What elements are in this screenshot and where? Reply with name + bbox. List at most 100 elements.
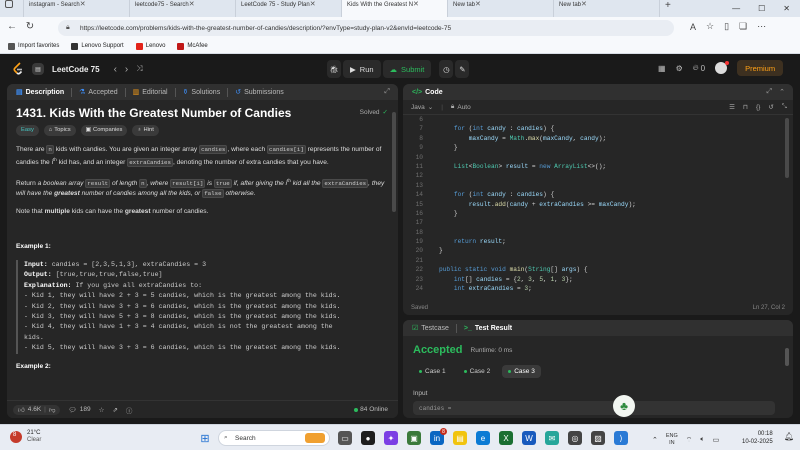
browser-tab[interactable]: instagram - Search✕ bbox=[24, 0, 130, 17]
browser-tab[interactable]: LeetCode 75 - Study Plan✕ bbox=[236, 0, 342, 17]
tab-description[interactable]: ▤ Description bbox=[13, 88, 67, 97]
read-aloud-icon[interactable]: A bbox=[690, 22, 696, 32]
bookmark-item[interactable]: Import favorites bbox=[8, 42, 59, 50]
more-menu-icon[interactable]: ⋯ bbox=[757, 21, 766, 32]
collections-icon[interactable]: ❏ bbox=[739, 21, 747, 32]
panel-collapse-icon[interactable]: ⌃ bbox=[779, 88, 785, 96]
settings-gear-icon[interactable]: ⚙ bbox=[676, 64, 683, 73]
bookmark-item[interactable]: Lenovo Support bbox=[71, 42, 124, 50]
like-button[interactable]: 👍︎ 4.6K | 👎︎ bbox=[13, 404, 61, 415]
tab-solutions[interactable]: ⚱ Solutions bbox=[180, 88, 224, 97]
tab-accepted[interactable]: ⚗ Accepted bbox=[76, 88, 120, 97]
shuffle-icon[interactable]: ⤨ bbox=[136, 64, 142, 74]
prev-problem-icon[interactable]: ‹ bbox=[114, 64, 117, 75]
vscode-icon[interactable]: ⟩ bbox=[614, 431, 628, 445]
notes-icon[interactable]: ✎ bbox=[455, 60, 470, 78]
tab-editorial[interactable]: ▥ Editorial bbox=[130, 88, 171, 97]
run-button[interactable]: ▶ Run bbox=[343, 60, 381, 78]
refresh-icon[interactable]: ↻ bbox=[22, 21, 38, 32]
case-tab[interactable]: Case 1 bbox=[413, 365, 452, 378]
word-icon[interactable]: W bbox=[522, 431, 536, 445]
topics-button[interactable]: ⌂ Topics bbox=[43, 124, 76, 136]
bookmark-item[interactable]: Lenovo bbox=[135, 42, 165, 50]
github-icon[interactable]: ● bbox=[361, 431, 375, 445]
linkedin-icon[interactable]: in 8 bbox=[430, 428, 447, 445]
minimize-icon[interactable]: — bbox=[732, 4, 740, 13]
timer-icon[interactable]: ◷ bbox=[439, 60, 454, 78]
clover-assistant-icon[interactable]: ♣ bbox=[613, 395, 635, 417]
chat-icon[interactable]: ✉ bbox=[545, 431, 559, 445]
file-explorer-icon[interactable]: ▤ bbox=[453, 431, 467, 445]
case-tab[interactable]: Case 3 bbox=[502, 365, 541, 378]
browser-tab[interactable]: leetcode75 - Search✕ bbox=[130, 0, 236, 17]
study-plan-title[interactable]: LeetCode 75 bbox=[52, 65, 100, 74]
editor-scrollbar[interactable] bbox=[785, 118, 789, 178]
battery-icon[interactable]: ▭ bbox=[713, 436, 720, 444]
media-icon[interactable]: ◎ bbox=[568, 431, 582, 445]
reset-icon[interactable]: ↺ bbox=[768, 103, 773, 111]
fullscreen-icon[interactable]: ⤢ bbox=[767, 88, 773, 96]
submit-button[interactable]: ☁ Submit bbox=[382, 60, 432, 78]
weather-widget[interactable]: 8 21°C Clear bbox=[10, 430, 41, 444]
notifications-icon[interactable]: 🔔︎ bbox=[784, 432, 794, 441]
layout-grid-icon[interactable]: ▦ bbox=[658, 64, 666, 73]
tab-code[interactable]: </> Code bbox=[409, 89, 446, 96]
close-window-icon[interactable]: ✕ bbox=[783, 4, 790, 13]
wifi-icon[interactable]: ⌔ bbox=[686, 436, 693, 445]
browser-tab[interactable]: New tab✕ bbox=[554, 0, 660, 17]
thumbs-down-icon[interactable]: 👎︎ bbox=[49, 406, 56, 414]
bookmark-item[interactable]: McAfee bbox=[177, 42, 208, 50]
tray-chevron-icon[interactable]: ⌃ bbox=[652, 436, 658, 444]
favorite-star-icon[interactable]: ☆ bbox=[99, 406, 105, 414]
code-editor[interactable]: 67 for (int candy : candies) {8 maxCandy… bbox=[403, 115, 793, 301]
format-lines-icon[interactable]: ☰ bbox=[729, 103, 735, 111]
leetcode-logo-icon[interactable] bbox=[12, 62, 24, 76]
copilot-icon[interactable]: ✦ bbox=[384, 431, 398, 445]
photos-icon[interactable]: ▨ bbox=[591, 431, 605, 445]
tab-submissions[interactable]: ↺ Submissions bbox=[232, 88, 287, 97]
companies-button[interactable]: ▣ Companies bbox=[80, 124, 128, 136]
close-tab-icon[interactable]: ✕ bbox=[310, 1, 316, 8]
description-scrollbar[interactable] bbox=[392, 112, 396, 212]
debug-icon[interactable]: 🐞︎ bbox=[327, 60, 341, 78]
hint-button[interactable]: ♁ Hint bbox=[132, 124, 159, 136]
task-view-icon[interactable]: ▭ bbox=[338, 431, 352, 445]
share-icon[interactable]: ⇗ bbox=[112, 406, 117, 414]
braces-icon[interactable]: {} bbox=[756, 104, 760, 111]
tab-testcase[interactable]: ☑ Testcase bbox=[409, 324, 452, 333]
comments-button[interactable]: 💬︎ 189 bbox=[68, 406, 90, 414]
store-icon[interactable]: ▣ bbox=[407, 431, 421, 445]
tab-actions-icon[interactable] bbox=[0, 0, 24, 17]
problem-title[interactable]: 1431. Kids With the Greatest Number of C… bbox=[16, 108, 291, 119]
back-icon[interactable]: ← bbox=[4, 21, 20, 32]
clock[interactable]: 00:18 10-02-2025 bbox=[742, 430, 773, 446]
streak-counter[interactable]: 🔥︎ 0 bbox=[693, 63, 705, 73]
maximize-icon[interactable]: ☐ bbox=[758, 4, 765, 13]
close-tab-icon[interactable]: ✕ bbox=[581, 1, 587, 8]
volume-icon[interactable]: 🔈︎ bbox=[700, 436, 704, 444]
auto-mode-toggle[interactable]: 🔒︎ Auto bbox=[451, 103, 471, 111]
tab-test-result[interactable]: >_ Test Result bbox=[461, 325, 515, 332]
address-bar[interactable]: 🔒︎ https://leetcode.com/problems/kids-wi… bbox=[58, 20, 674, 36]
language-indicator[interactable]: ENG IN bbox=[666, 433, 678, 447]
browser-tab[interactable]: Kids With the Greatest N✕ bbox=[342, 0, 448, 17]
new-tab-button[interactable]: + bbox=[660, 0, 676, 17]
result-scrollbar[interactable] bbox=[785, 348, 789, 366]
language-select[interactable]: Java ⌄ bbox=[411, 103, 433, 112]
browser-tab[interactable]: New tab✕ bbox=[448, 0, 554, 17]
close-tab-icon[interactable]: ✕ bbox=[413, 1, 419, 8]
help-icon[interactable]: ⓘ bbox=[126, 405, 133, 415]
close-tab-icon[interactable]: ✕ bbox=[189, 1, 195, 8]
avatar[interactable] bbox=[715, 61, 730, 74]
taskbar-search[interactable]: ⌕ Search bbox=[218, 430, 330, 446]
windows-start-icon[interactable]: ⊞ bbox=[198, 431, 212, 445]
next-problem-icon[interactable]: › bbox=[125, 64, 128, 75]
bookmark-icon[interactable]: ⊓ bbox=[743, 103, 748, 111]
expand-icon[interactable]: ⤢ bbox=[384, 88, 390, 96]
favorites-star-icon[interactable]: ☆ bbox=[706, 21, 714, 32]
close-tab-icon[interactable]: ✕ bbox=[80, 1, 86, 8]
expand-editor-icon[interactable]: ⤡ bbox=[782, 103, 787, 111]
premium-button[interactable]: Premium bbox=[737, 60, 784, 76]
close-tab-icon[interactable]: ✕ bbox=[475, 1, 481, 8]
edge-icon[interactable]: e bbox=[476, 431, 490, 445]
